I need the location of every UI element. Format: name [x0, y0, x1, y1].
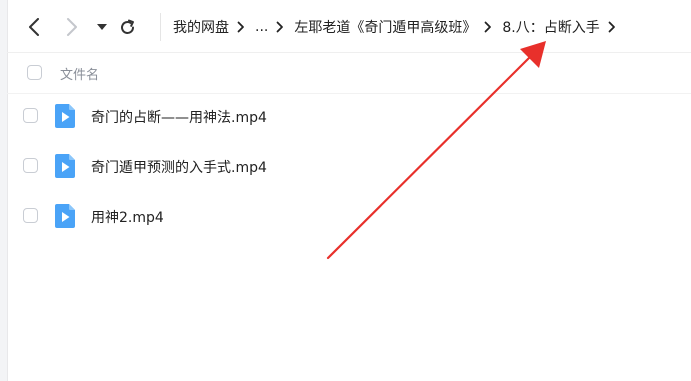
breadcrumb-item-ellipsis[interactable]: ... [255, 19, 268, 35]
forward-button[interactable] [62, 16, 82, 38]
video-file-icon [55, 204, 75, 228]
breadcrumb-item-course[interactable]: 左耶老道《奇门遁甲高级班》 [294, 17, 476, 37]
file-checkbox[interactable] [23, 158, 38, 173]
chevron-right-icon [67, 18, 77, 36]
back-button[interactable] [24, 16, 44, 38]
file-checkbox[interactable] [23, 108, 38, 123]
column-header-filename[interactable]: 文件名 [60, 64, 99, 83]
breadcrumb-item-current[interactable]: 8.八：占断入手 [502, 17, 599, 37]
file-name[interactable]: 奇门遁甲预测的入手式.mp4 [91, 157, 267, 177]
chevron-left-icon [29, 18, 39, 36]
toolbar: 我的网盘 ... 左耶老道《奇门遁甲高级班》 8.八：占断入手 [7, 0, 691, 52]
file-row[interactable]: 奇门遁甲预测的入手式.mp4 [7, 141, 691, 191]
file-name[interactable]: 用神2.mp4 [91, 207, 164, 227]
file-checkbox[interactable] [23, 208, 38, 223]
caret-down-icon [97, 23, 107, 30]
video-file-icon [55, 154, 75, 178]
breadcrumb-separator-icon [237, 21, 245, 33]
file-row[interactable]: 奇门的占断——用神法.mp4 [7, 91, 691, 141]
breadcrumb-expand-icon[interactable] [608, 21, 616, 33]
toolbar-divider [160, 13, 161, 41]
breadcrumb: 我的网盘 ... 左耶老道《奇门遁甲高级班》 8.八：占断入手 [173, 14, 626, 40]
select-all-checkbox[interactable] [27, 65, 42, 80]
file-list-header: 文件名 [7, 52, 691, 94]
file-name[interactable]: 奇门的占断——用神法.mp4 [91, 107, 267, 127]
refresh-button[interactable] [117, 17, 137, 37]
video-file-icon [55, 104, 75, 128]
breadcrumb-separator-icon [276, 21, 284, 33]
breadcrumb-separator-icon [484, 21, 492, 33]
breadcrumb-item-root[interactable]: 我的网盘 [173, 17, 229, 37]
refresh-icon [120, 19, 134, 34]
file-row[interactable]: 用神2.mp4 [7, 191, 691, 241]
history-dropdown-button[interactable] [95, 20, 109, 34]
